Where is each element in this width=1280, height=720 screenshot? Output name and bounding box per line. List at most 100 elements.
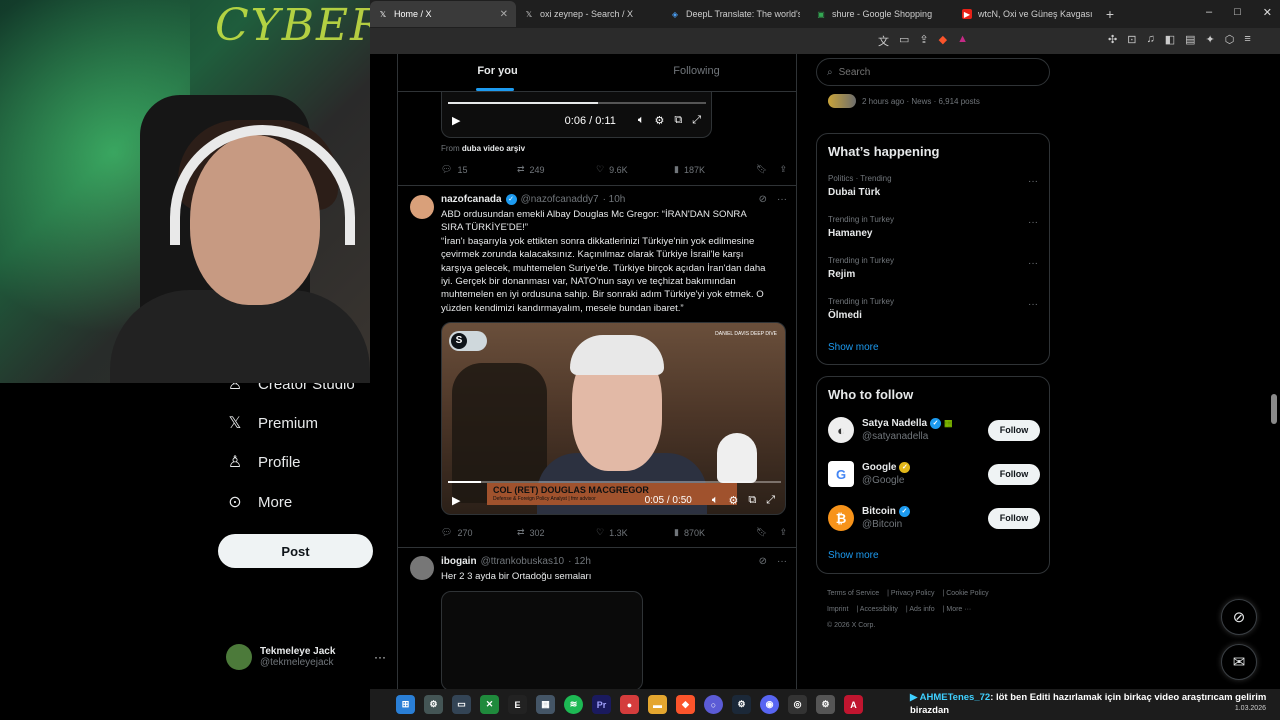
- recorder-icon[interactable]: ●: [620, 695, 639, 714]
- author-handle[interactable]: @nazofcanaddy7: [521, 194, 599, 205]
- trend-item[interactable]: Trending in Turkey Rejim ···: [828, 256, 1038, 280]
- reply-button[interactable]: 💬︎ 15: [441, 164, 517, 175]
- author-handle[interactable]: @ttrankobuskas10: [481, 556, 565, 567]
- like-button[interactable]: ♡ 1.3K: [596, 527, 674, 538]
- tab-for-you[interactable]: For you: [398, 54, 597, 91]
- more-dots-icon[interactable]: ···: [1028, 176, 1038, 187]
- tweet-media[interactable]: [441, 591, 643, 689]
- translate-icon[interactable]: 文: [878, 33, 889, 49]
- play-icon[interactable]: ▶: [452, 494, 460, 507]
- obs-icon[interactable]: ◎: [788, 695, 807, 714]
- follow-suggestion[interactable]: ◐ Satya Nadella ✓ ▦ @satyanadella Follow: [828, 417, 1040, 443]
- views-button[interactable]: ▮ 870K: [674, 527, 756, 538]
- calculator-icon[interactable]: ▦: [536, 695, 555, 714]
- repost-button[interactable]: ⇄ 302: [517, 527, 596, 538]
- bookmark-icon[interactable]: 🔖︎: [756, 164, 767, 175]
- more-dots-icon[interactable]: ···: [1028, 299, 1038, 310]
- video-player[interactable]: S DANIEL DAVIS DEEP DIVE COL (RET) DOUGL…: [441, 322, 786, 515]
- browser-tab-home[interactable]: 𝕏 Home / X ✕: [370, 1, 516, 27]
- views-button[interactable]: ▮ 187K: [674, 164, 756, 175]
- footer-link[interactable]: Privacy Policy: [891, 590, 935, 597]
- follow-suggestion[interactable]: ₿ Bitcoin ✓ @Bitcoin Follow: [828, 505, 1040, 531]
- screenshot-icon[interactable]: ⊡: [1127, 33, 1136, 46]
- app-gear-icon[interactable]: ⚙: [816, 695, 835, 714]
- avatar[interactable]: [410, 556, 434, 580]
- close-tab-icon[interactable]: ✕: [500, 9, 508, 20]
- music-icon[interactable]: ♫: [1146, 33, 1154, 46]
- close-window-button[interactable]: ✕: [1263, 6, 1272, 19]
- extensions-icon[interactable]: ✣: [1108, 33, 1117, 46]
- search-input[interactable]: [838, 66, 1029, 78]
- footer-link[interactable]: Cookie Policy: [946, 590, 988, 597]
- discord-icon[interactable]: ◉: [760, 695, 779, 714]
- new-tab-button[interactable]: +: [1100, 6, 1120, 22]
- repost-button[interactable]: ⇄ 249: [517, 164, 596, 175]
- volume-icon[interactable]: 🔈︎: [638, 114, 645, 127]
- more-dots-icon[interactable]: ···: [374, 650, 386, 664]
- file-explorer-icon[interactable]: ▬: [648, 695, 667, 714]
- browser-tab-deepl[interactable]: ◈ DeepL Translate: The world's m: [662, 1, 808, 27]
- video-progress-bar[interactable]: [448, 102, 706, 104]
- monitor-app-icon[interactable]: ▭: [452, 695, 471, 714]
- ai-icon[interactable]: ✦: [1206, 33, 1215, 46]
- app-circle-icon[interactable]: ○: [704, 695, 723, 714]
- nav-item-more[interactable]: ⊙ More: [226, 492, 292, 512]
- settings-app-icon[interactable]: ⚙: [424, 695, 443, 714]
- browser-tab-youtube[interactable]: ▶ wtcN, Oxi ve Güneş Kavgası Vi: [954, 1, 1100, 27]
- scrollbar-thumb[interactable]: [1271, 394, 1277, 424]
- wallet-icon[interactable]: ▤: [1185, 33, 1195, 46]
- account-switcher[interactable]: Tekmeleye Jack @tekmeleyejack ···: [226, 644, 386, 670]
- show-more-link[interactable]: Show more: [828, 342, 879, 353]
- grok-floating-button[interactable]: ⊘: [1221, 599, 1257, 635]
- like-button[interactable]: ♡ 9.6K: [596, 164, 674, 175]
- settings-gear-icon[interactable]: ⚙: [654, 114, 664, 127]
- search-box[interactable]: ⌕: [816, 58, 1050, 86]
- more-dots-icon[interactable]: ···: [1028, 217, 1038, 228]
- maximize-button[interactable]: □: [1234, 6, 1241, 19]
- pip-icon[interactable]: ⧉: [674, 114, 682, 127]
- xbox-icon[interactable]: ✕: [480, 695, 499, 714]
- messages-floating-button[interactable]: ✉: [1221, 644, 1257, 680]
- vpn-icon[interactable]: ⬡: [1225, 33, 1235, 46]
- browser-tab-shopping[interactable]: ▣ shure - Google Shopping: [808, 1, 954, 27]
- share-icon[interactable]: ⇪: [779, 164, 787, 175]
- post-button[interactable]: Post: [218, 534, 373, 568]
- epic-games-icon[interactable]: E: [508, 695, 527, 714]
- brave-shield-icon[interactable]: ◆: [939, 33, 947, 49]
- premiere-icon[interactable]: Pr: [592, 695, 611, 714]
- nav-item-premium[interactable]: 𝕏 Premium: [226, 413, 318, 433]
- spotify-icon[interactable]: ≋: [564, 695, 583, 714]
- footer-link[interactable]: Imprint: [827, 606, 848, 613]
- trend-item[interactable]: Trending in Turkey Hamaney ···: [828, 215, 1038, 239]
- trend-item[interactable]: Politics · Trending Dubai Türk ···: [828, 174, 1038, 198]
- streamer-extension-toggle[interactable]: S: [449, 331, 487, 351]
- nav-item-profile[interactable]: ♙ Profile: [226, 452, 301, 472]
- steam-icon[interactable]: ⚙: [732, 695, 751, 714]
- grok-icon[interactable]: ⊘: [759, 194, 767, 205]
- sidebar-icon[interactable]: ◧: [1165, 33, 1175, 46]
- video-player[interactable]: ▶ 0:06 / 0:11 🔈︎ ⚙ ⧉ ⤢: [441, 92, 712, 138]
- reply-button[interactable]: 💬︎ 270: [441, 527, 517, 538]
- more-dots-icon[interactable]: ···: [777, 194, 787, 205]
- follow-button[interactable]: Follow: [988, 419, 1040, 441]
- settings-gear-icon[interactable]: ⚙: [728, 494, 738, 507]
- follow-suggestion[interactable]: G Google ✓ @Google Follow: [828, 461, 1040, 487]
- video-source-link[interactable]: duba video arşiv: [462, 144, 525, 153]
- pip-icon[interactable]: ⧉: [748, 494, 756, 507]
- minimize-button[interactable]: –: [1206, 6, 1212, 19]
- footer-link[interactable]: More ···: [946, 606, 971, 613]
- menu-icon[interactable]: ≡: [1244, 33, 1250, 46]
- app-red-icon[interactable]: A: [844, 695, 863, 714]
- more-dots-icon[interactable]: ···: [777, 556, 787, 567]
- reader-icon[interactable]: ▭: [899, 33, 909, 49]
- show-more-link[interactable]: Show more: [828, 550, 879, 561]
- footer-link[interactable]: Ads info: [909, 606, 934, 613]
- grok-icon[interactable]: ⊘: [759, 556, 767, 567]
- tweet-time[interactable]: · 10h: [603, 194, 626, 205]
- avatar[interactable]: [410, 195, 434, 219]
- footer-link[interactable]: Accessibility: [860, 606, 898, 613]
- brave-browser-icon[interactable]: ◆: [676, 695, 695, 714]
- author-name[interactable]: nazofcanada: [441, 194, 502, 205]
- tab-following[interactable]: Following: [597, 54, 796, 91]
- fullscreen-icon[interactable]: ⤢: [692, 114, 701, 127]
